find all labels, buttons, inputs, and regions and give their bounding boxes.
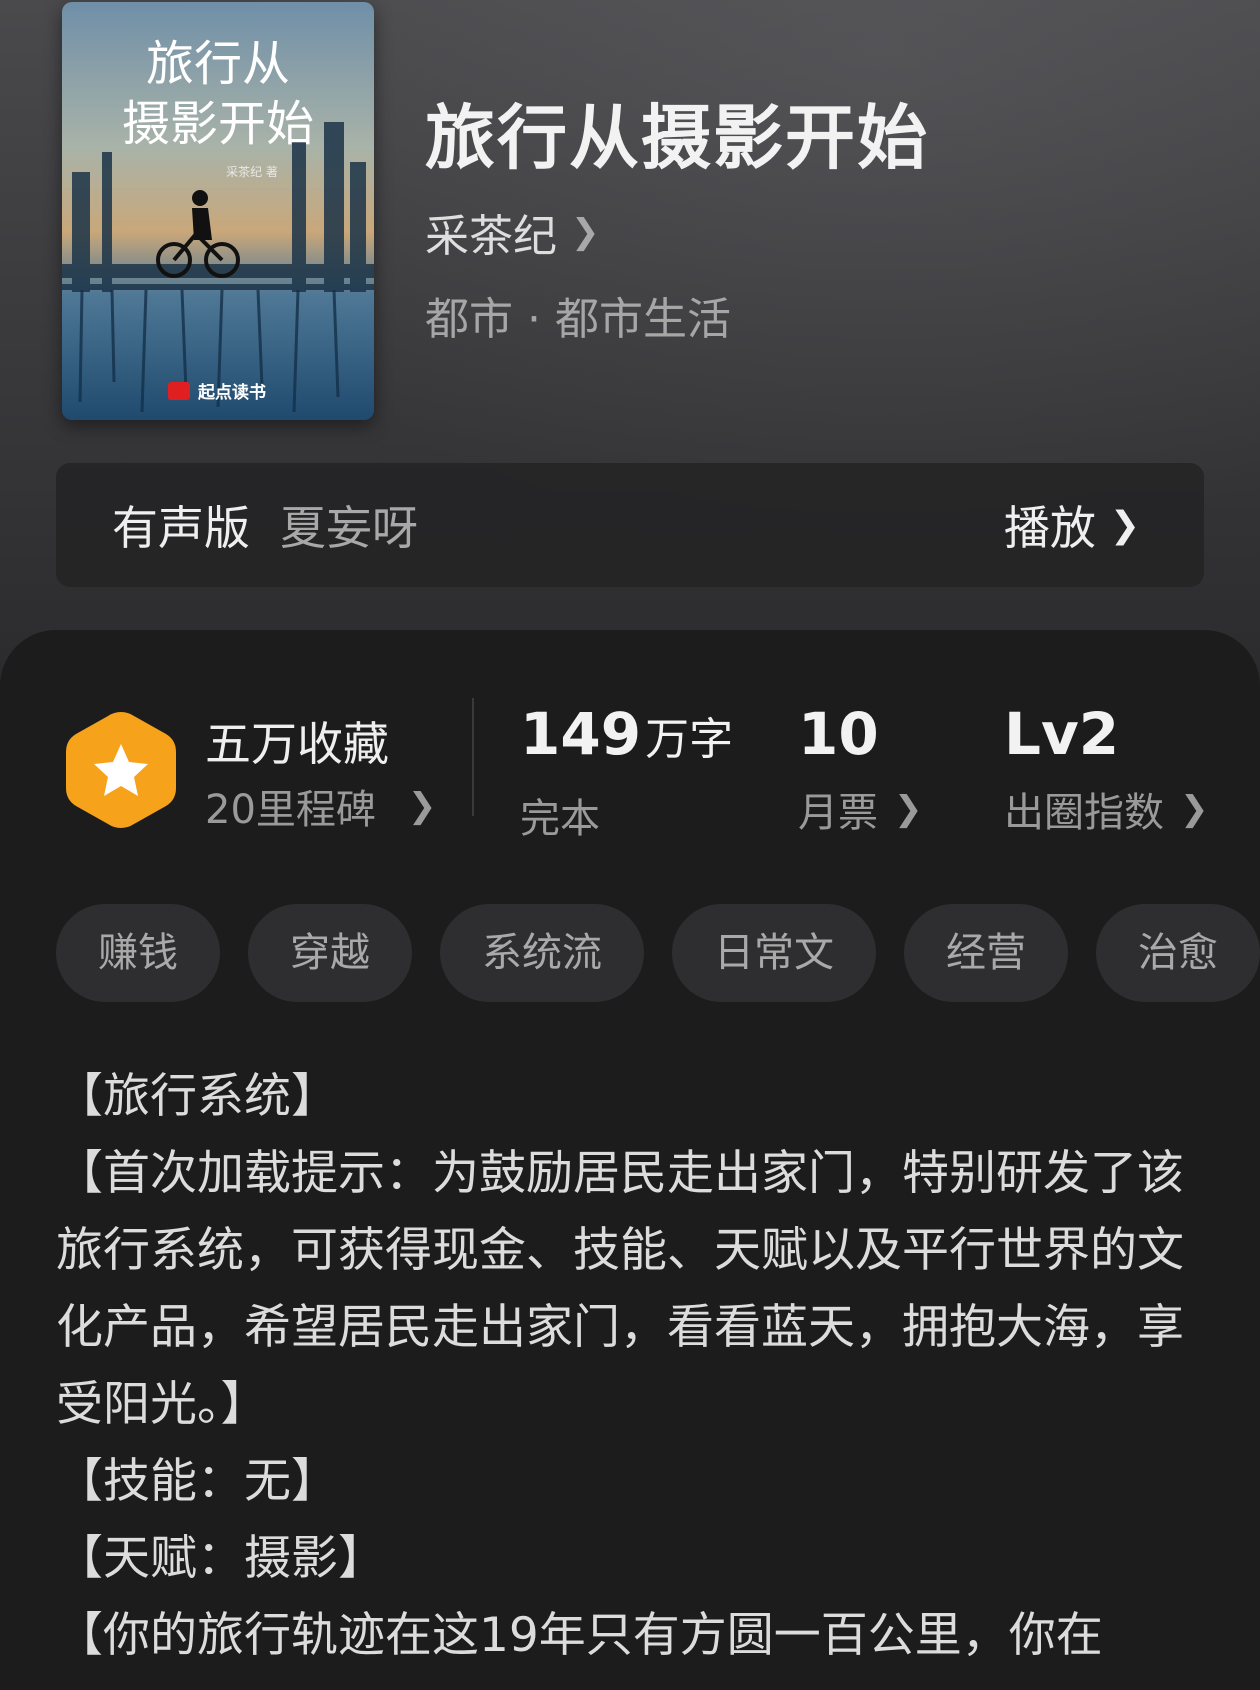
favorites-title[interactable]: 五万收藏 bbox=[205, 708, 389, 774]
description-paragraph: 【天赋：摄影】 bbox=[56, 1531, 385, 1586]
description-paragraph: 【旅行系统】 bbox=[56, 1069, 338, 1124]
author-name: 采茶纪 bbox=[425, 211, 557, 262]
monthly-ticket-label: 月票 bbox=[798, 790, 878, 836]
cover-author: 采茶纪 著 bbox=[226, 164, 278, 179]
tag-chip[interactable]: 赚钱 bbox=[56, 904, 220, 1002]
description-paragraph: 【你的旅行轨迹在这19年只有方圆一百公里，你在 bbox=[56, 1608, 1103, 1663]
book-title: 旅行从摄影开始 bbox=[425, 96, 929, 179]
description-paragraph: 【首次加载提示：为鼓励居民走出家门，特别研发了该旅行系统，可获得现金、技能、天赋… bbox=[56, 1146, 1184, 1432]
milestone-label: 20里程碑 bbox=[205, 787, 376, 833]
tag-chip[interactable]: 系统流 bbox=[440, 904, 644, 1002]
chevron-right-icon: ❯ bbox=[571, 212, 600, 252]
play-label: 播放 bbox=[1003, 501, 1096, 555]
audio-narrator: 夏妄呀 bbox=[280, 501, 418, 555]
cover-publisher: 起点读书 bbox=[197, 382, 266, 403]
milestone-link[interactable]: 20里程碑 ❯ bbox=[205, 777, 436, 835]
chevron-right-icon: ❯ bbox=[407, 786, 437, 826]
tag-list: 赚钱 穿越 系统流 日常文 经营 治愈 bbox=[56, 904, 1260, 1002]
audio-edition-bar[interactable]: 有声版 夏妄呀 播放 ❯ bbox=[56, 463, 1204, 587]
star-badge-icon bbox=[66, 712, 176, 828]
monthly-ticket-value: 10 bbox=[798, 700, 879, 768]
popularity-level-value: Lv2 bbox=[1004, 700, 1120, 768]
word-count-value: 149 bbox=[520, 700, 642, 768]
audio-label: 有声版 bbox=[112, 501, 250, 555]
cover-title-line1: 旅行从 bbox=[146, 36, 290, 92]
chevron-right-icon: ❯ bbox=[1180, 789, 1209, 829]
book-cover[interactable]: 旅行从 摄影开始 采茶纪 著 起点读书 bbox=[62, 2, 374, 420]
tag-chip[interactable]: 经营 bbox=[904, 904, 1068, 1002]
word-count-stat: 149万字 完本 bbox=[520, 700, 733, 844]
tag-chip[interactable]: 日常文 bbox=[672, 904, 876, 1002]
tag-chip[interactable]: 穿越 bbox=[248, 904, 412, 1002]
description-paragraph: 【技能：无】 bbox=[56, 1454, 338, 1509]
chevron-right-icon: ❯ bbox=[1109, 504, 1140, 546]
play-button[interactable]: 播放 ❯ bbox=[1004, 492, 1140, 558]
book-genre[interactable]: 都市 · 都市生活 bbox=[425, 283, 731, 347]
chevron-right-icon: ❯ bbox=[894, 789, 923, 829]
tag-chip[interactable]: 治愈 bbox=[1096, 904, 1260, 1002]
word-count-unit: 万字 bbox=[645, 714, 734, 765]
completion-status: 完本 bbox=[520, 796, 600, 842]
stats-divider bbox=[472, 698, 474, 816]
popularity-index-label: 出圈指数 bbox=[1004, 790, 1164, 836]
monthly-ticket-stat[interactable]: 10 月票 ❯ bbox=[798, 700, 923, 838]
author-link[interactable]: 采茶纪 ❯ bbox=[425, 200, 600, 264]
cover-title-line2: 摄影开始 bbox=[122, 96, 314, 152]
book-description[interactable]: 【旅行系统】 【首次加载提示：为鼓励居民走出家门，特别研发了该旅行系统，可获得现… bbox=[56, 1058, 1206, 1674]
popularity-index-stat[interactable]: Lv2 出圈指数 ❯ bbox=[1004, 700, 1209, 838]
